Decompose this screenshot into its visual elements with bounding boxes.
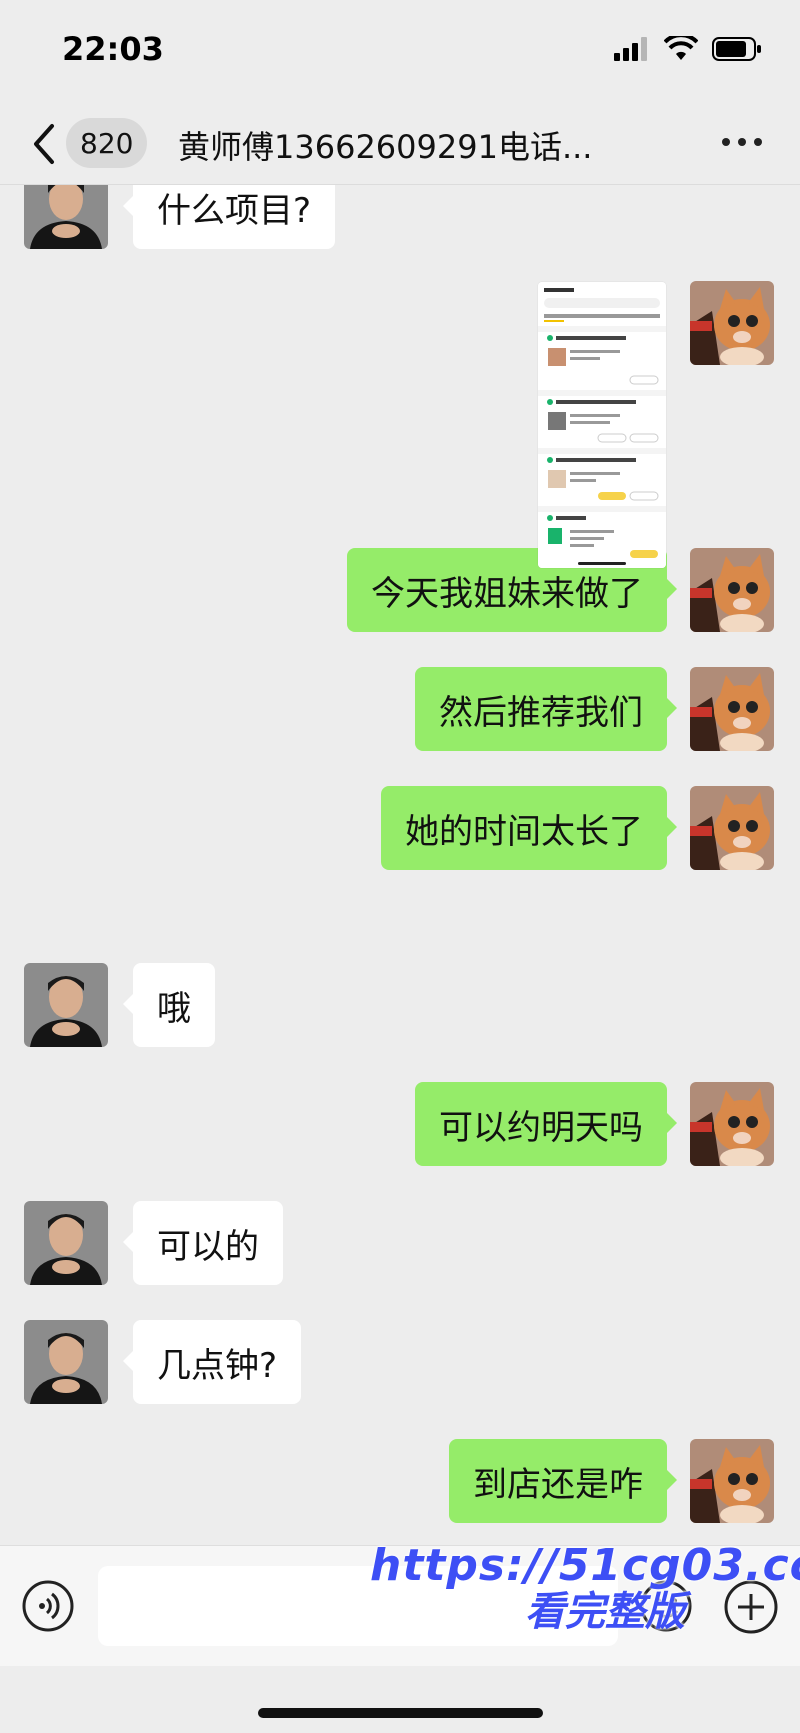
status-bar: 22:03 [0, 0, 800, 100]
contact-avatar[interactable] [24, 1201, 108, 1285]
my-avatar[interactable] [690, 786, 774, 870]
my-avatar[interactable] [690, 667, 774, 751]
back-arrow-icon[interactable] [30, 122, 60, 166]
chat-title: 黄师傅13662609291电话... [178, 128, 593, 166]
screenshot-image-message[interactable] [538, 282, 666, 568]
voice-input-icon[interactable] [22, 1580, 74, 1632]
message-bubble[interactable]: 哦 [123, 963, 215, 1047]
message-bubble[interactable]: 几点钟? [122, 1320, 302, 1404]
status-time: 22:03 [62, 30, 164, 68]
contact-avatar[interactable] [24, 185, 108, 249]
my-avatar[interactable] [690, 1082, 774, 1166]
message-bubble[interactable]: 她的时间太长了 [381, 786, 677, 870]
system-icons [614, 36, 762, 62]
signal-icon [614, 37, 647, 61]
my-avatar[interactable] [690, 1439, 774, 1523]
message-bubble[interactable]: 可以的 [123, 1201, 283, 1285]
message-bubble[interactable]: 到店还是咋 [449, 1439, 677, 1523]
message-bubble[interactable]: 然后推荐我们 [415, 667, 677, 751]
my-avatar[interactable] [690, 281, 774, 365]
message-bubble[interactable]: 什么项目? [122, 185, 336, 249]
message-list[interactable]: 什么项目? 今天我姐妹来做了 然后推荐我们 她的时间太长了 哦 可以约明天吗 可… [0, 185, 800, 1545]
more-options-icon[interactable] [722, 132, 762, 152]
my-avatar[interactable] [690, 548, 774, 632]
watermark-caption: 看完整版 [525, 1589, 685, 1636]
contact-avatar[interactable] [24, 1320, 108, 1404]
message-bubble[interactable]: 可以约明天吗 [415, 1082, 677, 1166]
wifi-icon [664, 36, 698, 60]
watermark-url: https://51cg03.cc [370, 1540, 800, 1591]
battery-icon [712, 37, 761, 61]
unread-count-badge[interactable]: 820 [66, 118, 148, 168]
home-indicator[interactable] [258, 1708, 543, 1718]
contact-avatar[interactable] [24, 963, 108, 1047]
watermark: https://51cg03.cc 看完整版 [370, 1540, 800, 1636]
chat-header: 820 黄师傅13662609291电话... [0, 104, 800, 185]
